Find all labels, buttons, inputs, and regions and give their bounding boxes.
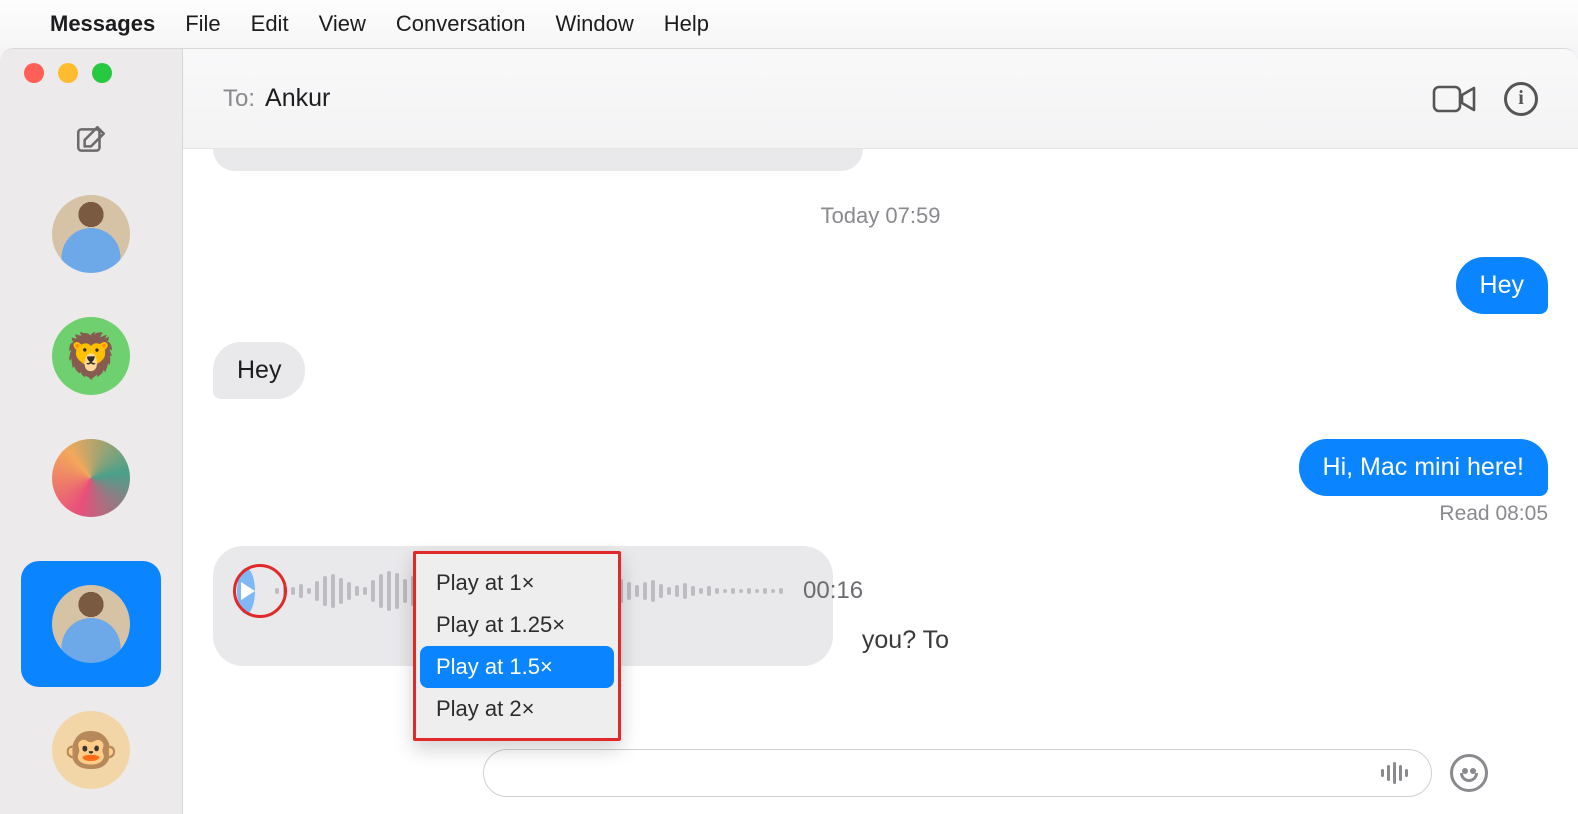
timestamp: Today 07:59 [213,203,1548,229]
close-window-button[interactable] [24,63,44,83]
avatar [52,585,130,663]
avatar [52,439,130,517]
record-audio-icon[interactable] [1381,761,1411,785]
read-receipt: Read 08:05 [213,502,1548,526]
conversation-item[interactable] [21,195,161,273]
message-input[interactable] [483,749,1432,797]
message-row: Hey [213,342,1548,399]
conversation-item[interactable] [21,439,161,517]
conversation-pane: To: Ankur i Today 07:59 Hey Hey Hi, Mac … [183,49,1578,814]
conversation-list: 🦁 🐵 [0,195,182,789]
window-controls [0,63,112,83]
facetime-button[interactable] [1432,82,1476,116]
message-row: Hey [213,257,1548,314]
macos-menubar: Messages File Edit View Conversation Win… [0,0,1578,48]
play-button[interactable] [237,568,255,614]
menu-view[interactable]: View [319,11,366,37]
audio-duration: 00:16 [803,577,863,605]
recipient-name[interactable]: Ankur [265,84,330,113]
conversation-item-selected[interactable] [21,561,161,687]
emoji-picker-button[interactable] [1450,754,1488,792]
menu-item-play-1-5x[interactable]: Play at 1.5× [420,646,614,688]
messages-area[interactable]: Today 07:59 Hey Hey Hi, Mac mini here! R… [183,149,1578,814]
messages-window: 🦁 🐵 To: Ankur i [0,48,1578,814]
menu-window[interactable]: Window [556,11,634,37]
to-label: To: [223,85,255,113]
menu-help[interactable]: Help [664,11,709,37]
menu-item-play-1-25x[interactable]: Play at 1.25× [420,604,614,646]
conversation-item[interactable]: 🦁 [21,317,161,395]
annotation-highlight-icon [233,564,287,618]
sidebar: 🦁 🐵 [0,49,183,814]
incoming-message[interactable]: Hey [213,342,305,399]
menu-item-play-1x[interactable]: Play at 1× [420,562,614,604]
playback-speed-menu: Play at 1× Play at 1.25× Play at 1.5× Pl… [413,551,621,741]
previous-message-fragment [213,149,863,171]
avatar: 🐵 [52,711,130,789]
minimize-window-button[interactable] [58,63,78,83]
app-menu[interactable]: Messages [50,11,155,37]
outgoing-message[interactable]: Hey [1456,257,1548,314]
message-input-bar [483,746,1488,800]
conversation-item[interactable]: 🐵 [21,711,161,789]
menu-item-play-2x[interactable]: Play at 2× [420,688,614,730]
info-button[interactable]: i [1504,82,1538,116]
avatar [52,195,130,273]
conversation-header: To: Ankur i [183,49,1578,149]
avatar: 🦁 [52,317,130,395]
menu-conversation[interactable]: Conversation [396,11,526,37]
message-row: Hi, Mac mini here! [213,439,1548,496]
fullscreen-window-button[interactable] [92,63,112,83]
compose-button[interactable] [74,123,108,157]
menu-file[interactable]: File [185,11,220,37]
menu-edit[interactable]: Edit [251,11,289,37]
transcript-fragment: you? To [862,626,949,655]
outgoing-message[interactable]: Hi, Mac mini here! [1299,439,1548,496]
